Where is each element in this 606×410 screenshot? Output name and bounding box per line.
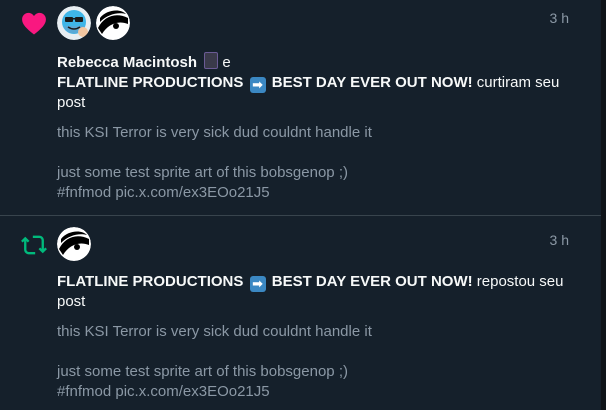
timestamp[interactable]: 3 h: [550, 10, 569, 26]
post-text-line: this KSI Terror is very sick dud couldnt…: [57, 124, 372, 141]
avatar[interactable]: [57, 227, 91, 261]
notification-text: FLATLINE PRODUCTIONS ➡ BEST DAY EVER OUT…: [57, 272, 567, 312]
post-text-line: just some test sprite art of this bobsge…: [57, 164, 348, 181]
post-text-line: #fnfmod pic.x.com/ex3EOo21J5: [57, 383, 270, 400]
like-notification[interactable]: 3 h Rebecca Macintosh e FLATLINE PRODUCT…: [0, 0, 601, 215]
notification-content: FLATLINE PRODUCTIONS ➡ BEST DAY EVER OUT…: [57, 272, 567, 402]
scrollbar-track[interactable]: [601, 0, 606, 410]
notification-text: Rebecca Macintosh e FLATLINE PRODUCTIONS…: [57, 52, 567, 113]
post-text-line: #fnfmod pic.x.com/ex3EOo21J5: [57, 184, 270, 201]
user-name[interactable]: FLATLINE PRODUCTIONS ➡ BEST DAY EVER OUT…: [57, 74, 473, 93]
user-name[interactable]: FLATLINE PRODUCTIONS ➡ BEST DAY EVER OUT…: [57, 273, 473, 292]
heart-icon: [20, 9, 48, 37]
device-emoji: [204, 52, 219, 69]
avatar[interactable]: [57, 6, 91, 40]
right-arrow-emoji: ➡: [249, 77, 266, 93]
repost-icon: [20, 231, 48, 259]
notifications-feed: 3 h Rebecca Macintosh e FLATLINE PRODUCT…: [0, 0, 606, 410]
conjunction-text: e: [222, 54, 231, 71]
notification-content: Rebecca Macintosh e FLATLINE PRODUCTIONS…: [57, 52, 567, 203]
timestamp[interactable]: 3 h: [550, 232, 569, 248]
post-text-line: this KSI Terror is very sick dud couldnt…: [57, 323, 372, 340]
repost-notification[interactable]: 3 h FLATLINE PRODUCTIONS ➡ BEST DAY EVER…: [0, 216, 601, 410]
post-text-line: just some test sprite art of this bobsge…: [57, 363, 348, 380]
user-name[interactable]: Rebecca Macintosh: [57, 54, 197, 71]
post-preview[interactable]: this KSI Terror is very sick dud couldnt…: [57, 322, 567, 402]
right-arrow-emoji: ➡: [249, 276, 266, 292]
post-preview[interactable]: this KSI Terror is very sick dud couldnt…: [57, 123, 567, 203]
avatar[interactable]: [96, 6, 130, 40]
